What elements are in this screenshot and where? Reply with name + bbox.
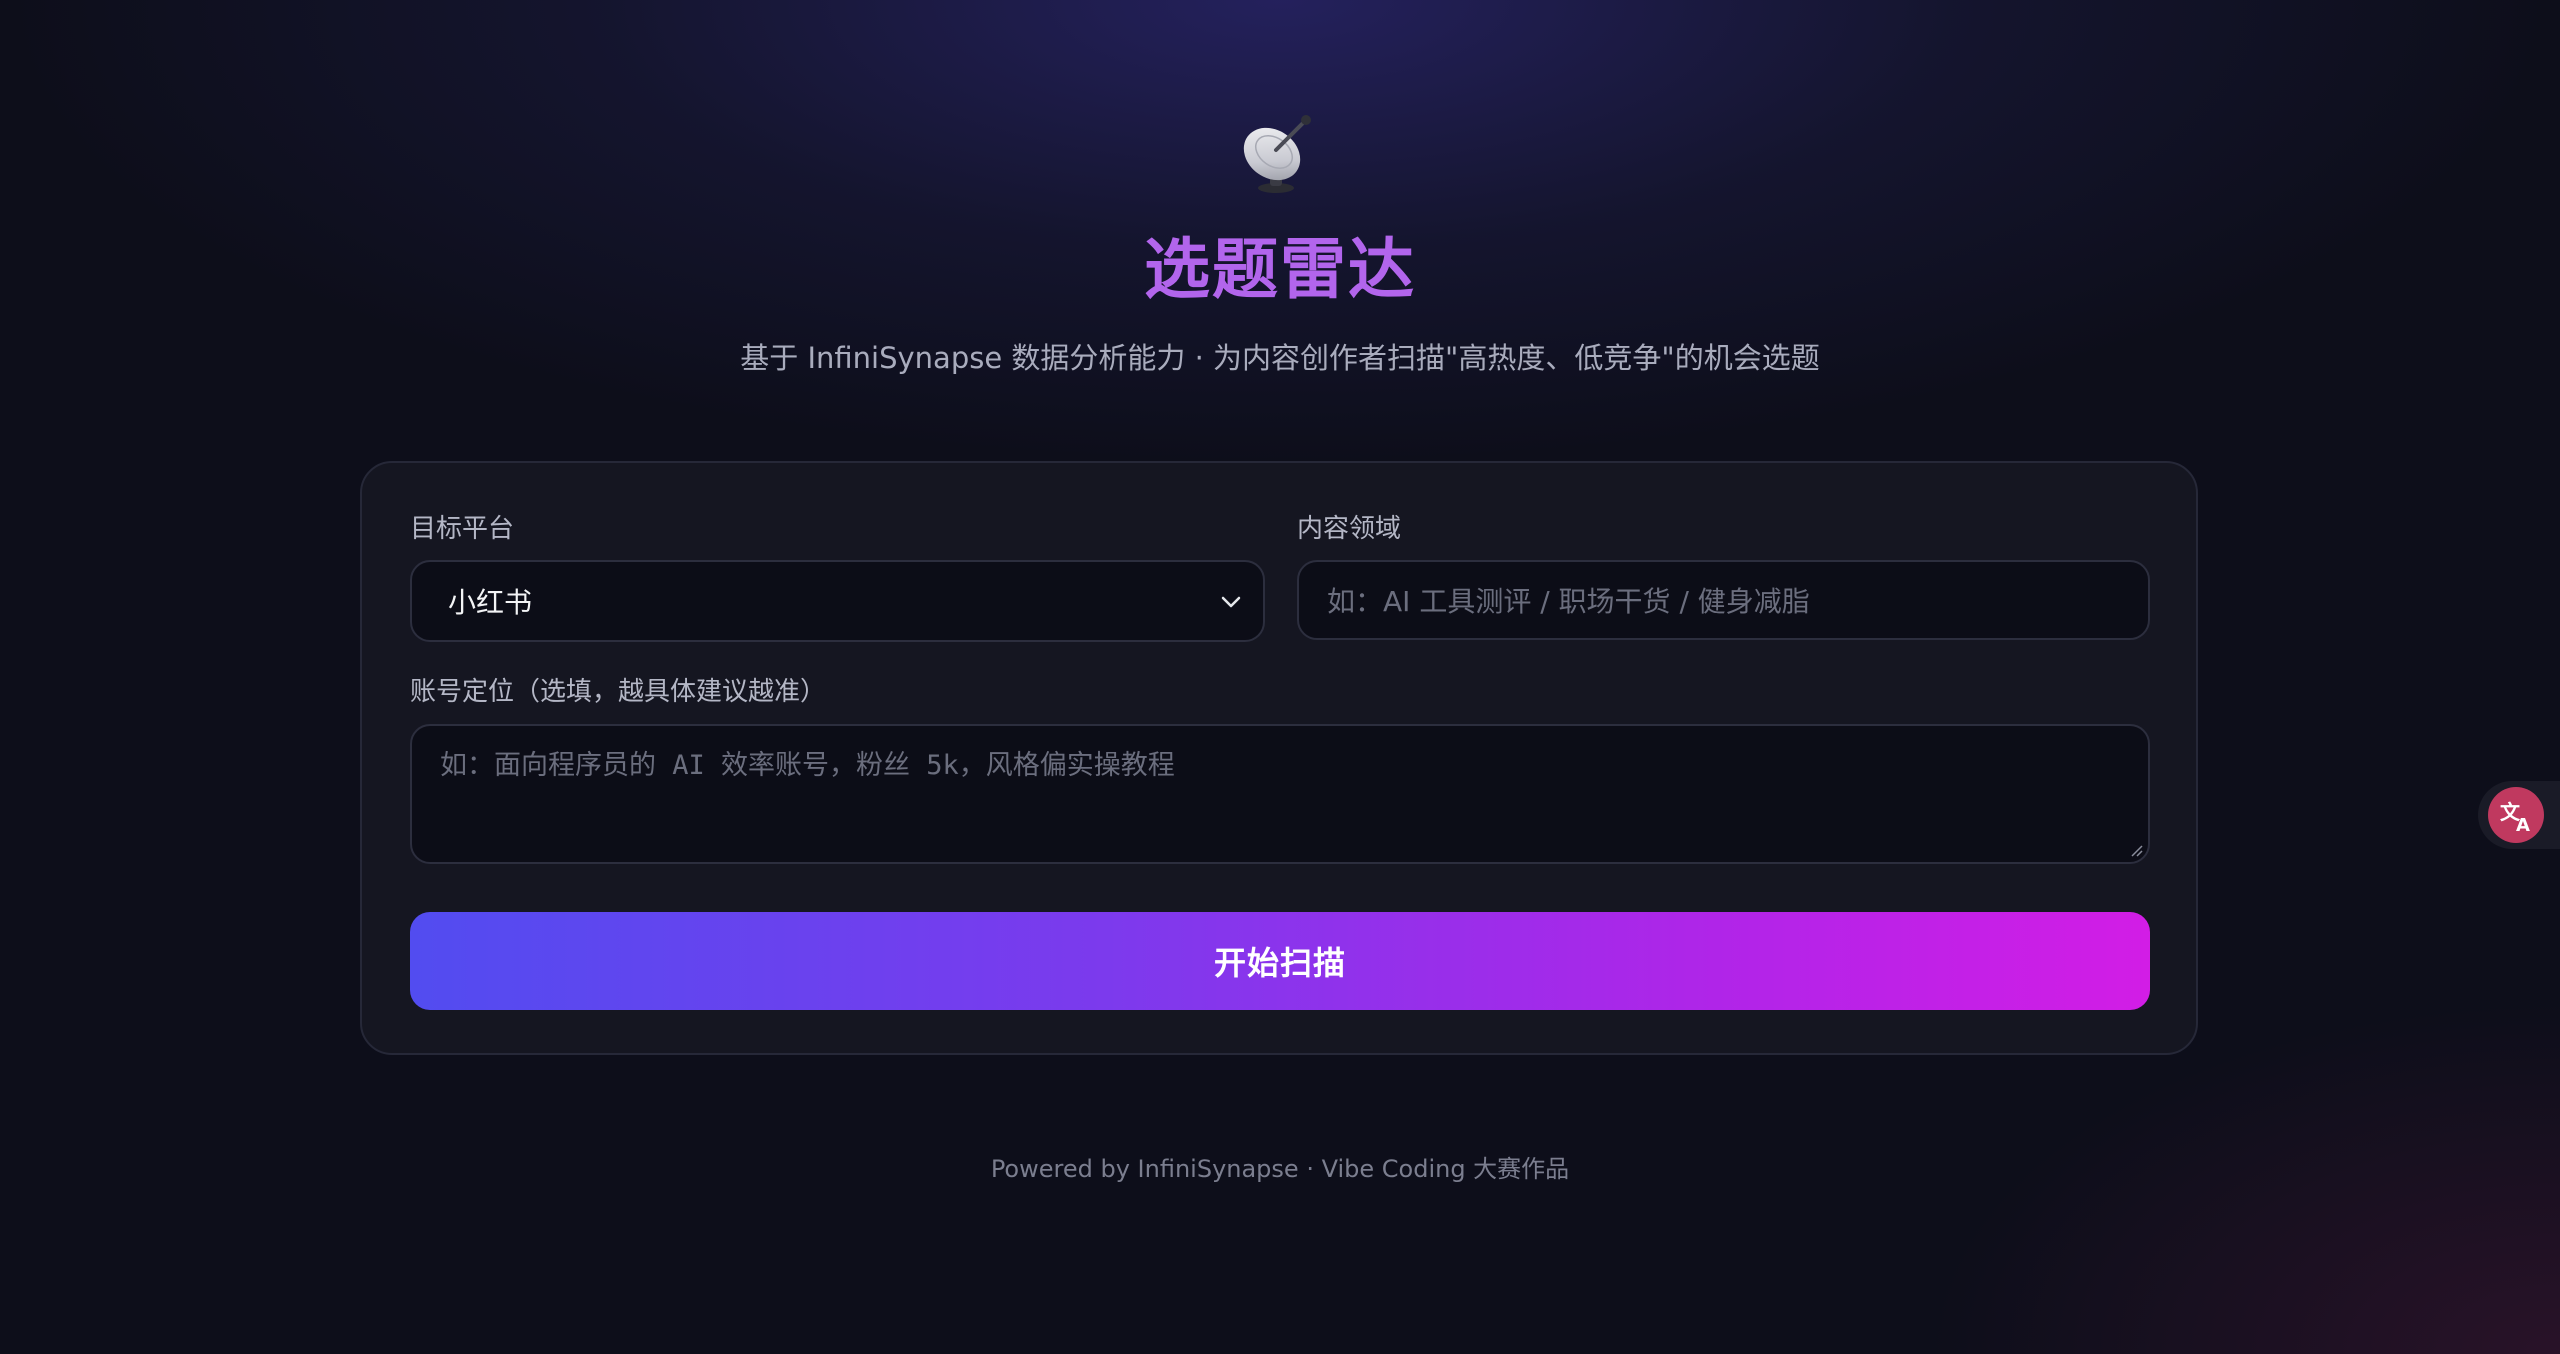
svg-text:A: A [2516, 815, 2530, 836]
positioning-label: 账号定位（选填，越具体建议越准） [410, 677, 827, 707]
domain-placeholder: 如：AI 工具测评 / 职场干货 / 健身减脂 [1327, 585, 1810, 618]
domain-label: 内容领域 [1297, 514, 1402, 544]
scan-form-card: 目标平台 小红书 内容领域 如：AI 工具测评 / 职场干货 / 健身减脂 账号… [360, 461, 2198, 1055]
satellite-dish-icon [1243, 115, 1311, 193]
platform-label: 目标平台 [410, 514, 515, 544]
footer-credit: Powered by InfiniSynapse · Vibe Coding 大… [990, 1155, 1570, 1183]
translate-icon-bg: 文 A [2488, 787, 2544, 843]
translate-icon: 文 A [2500, 800, 2530, 836]
domain-input[interactable]: 如：AI 工具测评 / 职场干货 / 健身减脂 [1297, 560, 2150, 640]
page-title: 选题雷达 [1144, 231, 1416, 308]
start-scan-button[interactable]: 开始扫描 [410, 912, 2150, 1010]
translate-button[interactable]: 文 A [2478, 781, 2560, 849]
platform-select[interactable]: 小红书 [410, 560, 1265, 642]
chevron-down-icon [1221, 596, 1241, 608]
page-subtitle: 基于 InfiniSynapse 数据分析能力 · 为内容创作者扫描"高热度、低… [740, 341, 1820, 375]
resize-handle-icon[interactable] [2128, 842, 2144, 858]
positioning-placeholder: 如：面向程序员的 AI 效率账号，粉丝 5k，风格偏实操教程 [440, 750, 1175, 781]
platform-selected-value: 小红书 [448, 586, 533, 619]
positioning-textarea[interactable]: 如：面向程序员的 AI 效率账号，粉丝 5k，风格偏实操教程 [410, 724, 2150, 864]
